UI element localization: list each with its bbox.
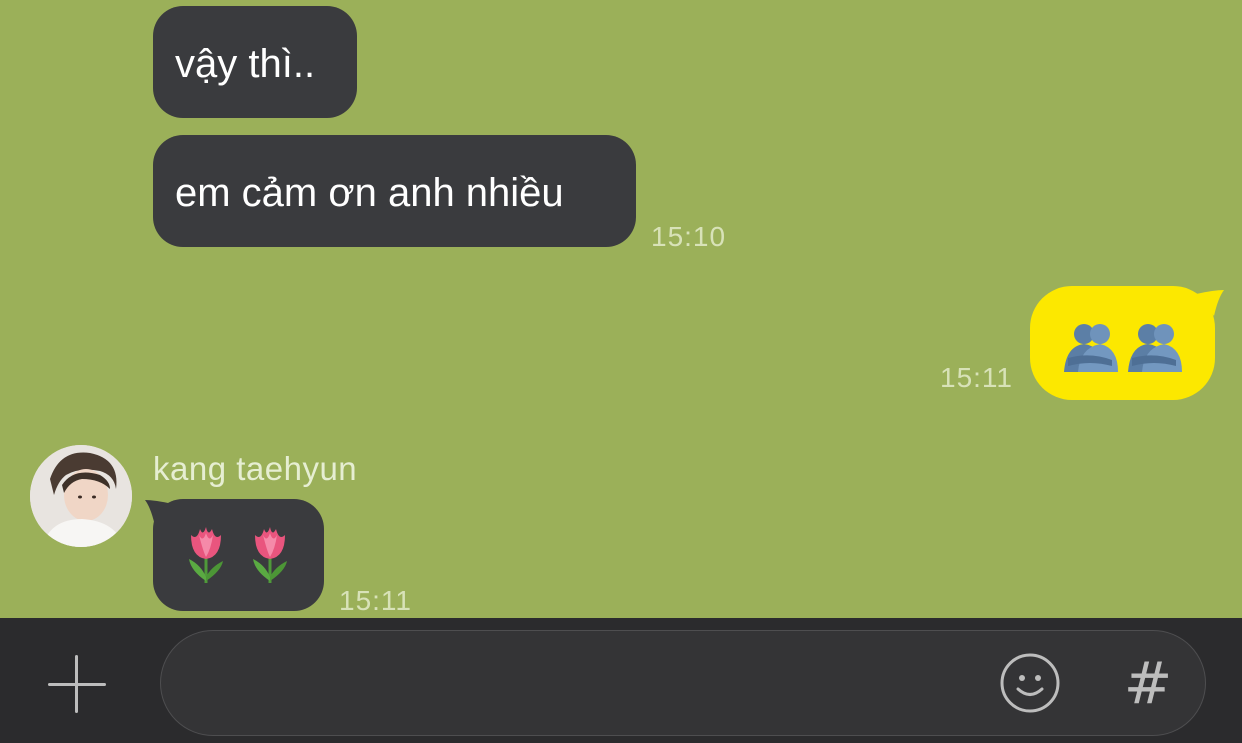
avatar[interactable] <box>30 445 132 547</box>
message-timestamp: 15:11 <box>339 585 412 616</box>
message-bubble[interactable]: vậy thì.. <box>153 6 357 118</box>
message-bubble[interactable]: em cảm ơn anh nhiều <box>153 135 636 247</box>
message-timestamp: 15:11 <box>940 362 1013 393</box>
people-hugging-icon <box>1064 324 1118 372</box>
sender-name: kang taehyun <box>153 450 358 487</box>
message-timestamp: 15:10 <box>651 221 727 252</box>
message-composer: # <box>0 618 1242 743</box>
attach-plus-button[interactable] <box>48 655 106 713</box>
profile-photo <box>30 445 132 547</box>
chat-area: vậy thì.. em cảm ơn anh nhiều 15:10 15:1… <box>0 0 1242 618</box>
message-input-box[interactable]: # <box>160 630 1206 736</box>
message-text: em cảm ơn anh nhiều <box>175 171 564 215</box>
message-text: vậy thì.. <box>175 42 316 86</box>
tulip-icon <box>253 527 287 583</box>
people-hugging-icon <box>1128 324 1182 372</box>
hashtag-button[interactable]: # <box>1123 651 1173 715</box>
message-bubble[interactable] <box>153 499 324 611</box>
tulip-icon <box>189 527 223 583</box>
message-input[interactable] <box>191 661 995 707</box>
message-bubble[interactable] <box>1030 286 1215 400</box>
emoji-smile-icon[interactable] <box>999 652 1061 714</box>
